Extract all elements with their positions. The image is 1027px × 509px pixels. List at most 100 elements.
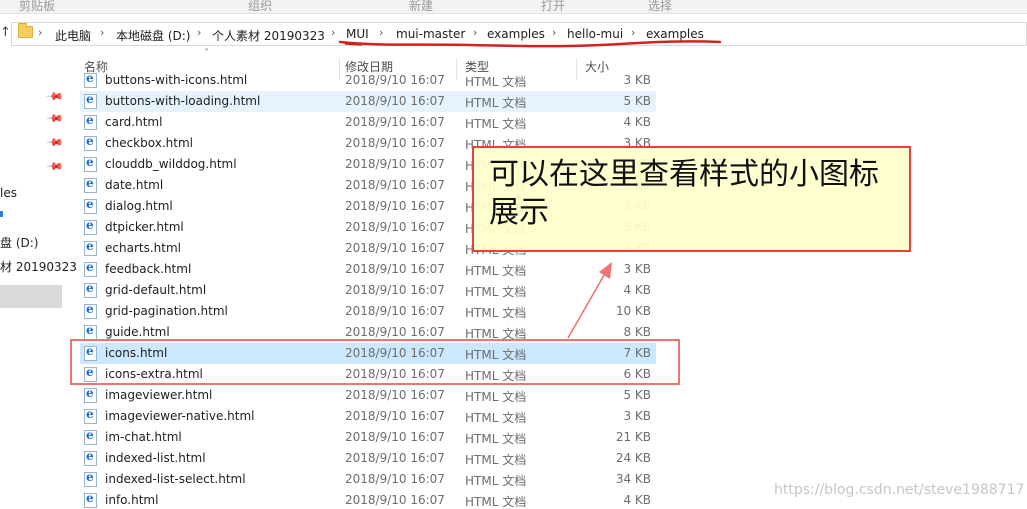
annotation-note: 可以在这里查看样式的小图标展示 — [472, 146, 911, 252]
file-size: 21 KB — [615, 430, 651, 444]
file-size: 24 KB — [615, 451, 651, 465]
chevron-right-icon[interactable]: › — [100, 26, 104, 39]
file-modified-date: 2018/9/10 16:07 — [345, 325, 445, 339]
file-modified-date: 2018/9/10 16:07 — [345, 430, 445, 444]
file-row[interactable]: imageviewer.html 2018/9/10 16:07 HTML 文档 5 … — [80, 385, 656, 406]
file-size: 8 KB — [623, 325, 651, 339]
breadcrumb-local-disk[interactable]: 本地磁盘 (D:) — [116, 27, 190, 44]
ie-html-file-icon — [84, 239, 97, 256]
nav-blue-marker — [0, 211, 3, 217]
ie-html-file-icon — [84, 281, 97, 298]
file-name: clouddb_wilddog.html — [105, 157, 237, 171]
file-name: checkbox.html — [105, 136, 193, 150]
file-type: HTML 文档 — [465, 453, 527, 467]
ribbon-group-select: 选择 — [648, 0, 673, 13]
file-modified-date: 2018/9/10 16:07 — [345, 388, 445, 402]
file-modified-date: 2018/9/10 16:07 — [345, 178, 445, 192]
file-row[interactable]: grid-default.html 2018/9/10 16:07 HTML 文档 4… — [80, 280, 656, 301]
chevron-right-icon[interactable]: › — [631, 26, 635, 39]
file-modified-date: 2018/9/10 16:07 — [345, 220, 445, 234]
breadcrumb-hello-mui[interactable]: hello-mui — [567, 27, 623, 41]
file-row[interactable]: buttons-with-loading.html 2018/9/10 16:07… — [80, 91, 656, 112]
chevron-right-icon[interactable]: › — [331, 26, 335, 39]
ribbon-group-new: 新建 — [409, 0, 434, 13]
file-name: buttons-with-icons.html — [105, 73, 248, 87]
file-name: grid-default.html — [105, 283, 207, 297]
ie-html-file-icon — [84, 386, 97, 403]
ie-html-file-icon — [84, 428, 97, 445]
file-name: guide.html — [105, 325, 170, 339]
watermark: https://blog.csdn.net/steve1988717 — [774, 482, 1025, 498]
file-size: 10 KB — [615, 304, 651, 318]
pin-icon[interactable]: 📌 — [45, 109, 64, 128]
file-row[interactable]: im-chat.html 2018/9/10 16:07 HTML 文档 21 KB — [80, 427, 656, 448]
breadcrumb-mui[interactable]: MUI — [346, 27, 369, 41]
pin-icon[interactable]: 📌 — [45, 133, 64, 152]
file-modified-date: 2018/9/10 16:07 — [345, 199, 445, 213]
ie-html-file-icon — [84, 176, 97, 193]
file-name: indexed-list-select.html — [105, 472, 246, 486]
ribbon-group-labels: 剪贴板 组织 新建 打开 选择 — [0, 0, 1027, 14]
file-modified-date: 2018/9/10 16:07 — [345, 157, 445, 171]
breadcrumb-examples[interactable]: examples — [487, 27, 545, 41]
up-arrow-icon[interactable]: ↑ — [0, 25, 11, 40]
nav-item-les[interactable]: les — [0, 186, 17, 200]
ribbon-group-organize: 组织 — [248, 0, 273, 13]
pin-icon[interactable]: 📌 — [45, 157, 64, 176]
nav-item-disk-d[interactable]: 盘 (D:) — [0, 234, 38, 251]
file-type: HTML 文档 — [465, 411, 527, 425]
ie-html-file-icon — [84, 134, 97, 151]
file-name: dialog.html — [105, 199, 173, 213]
breadcrumb-this-pc[interactable]: 此电脑 — [55, 27, 91, 44]
file-size: 3 KB — [623, 73, 651, 87]
file-type: HTML 文档 — [465, 75, 527, 89]
file-row[interactable]: buttons-with-icons.html 2018/9/10 16:07 HT… — [80, 70, 656, 91]
file-row[interactable]: feedback.html 2018/9/10 16:07 HTML 文档 3 KB — [80, 259, 656, 280]
chevron-right-icon[interactable]: › — [197, 26, 201, 39]
file-modified-date: 2018/9/10 16:07 — [345, 136, 445, 150]
ie-html-file-icon — [84, 155, 97, 172]
file-row[interactable]: info.html 2018/9/10 16:07 HTML 文档 4 KB — [80, 490, 656, 509]
file-type: HTML 文档 — [465, 285, 527, 299]
file-row[interactable]: indexed-list.html 2018/9/10 16:07 HTML 文档 2… — [80, 448, 656, 469]
file-row[interactable]: card.html 2018/9/10 16:07 HTML 文档 4 KB — [80, 112, 656, 133]
file-name: imageviewer.html — [105, 388, 213, 402]
file-modified-date: 2018/9/10 16:07 — [345, 409, 445, 423]
chevron-right-icon[interactable]: › — [38, 26, 42, 39]
file-type: HTML 文档 — [465, 96, 527, 110]
ie-html-file-icon — [84, 491, 97, 508]
breadcrumb-examples-current[interactable]: examples — [646, 27, 704, 41]
file-size: 5 KB — [623, 388, 651, 402]
file-row[interactable]: imageviewer-native.html 2018/9/10 16:07 HT… — [80, 406, 656, 427]
file-row[interactable]: indexed-list-select.html 2018/9/10 16:07 H… — [80, 469, 656, 490]
annotation-note-text: 可以在这里查看样式的小图标展示 — [489, 157, 879, 230]
file-row[interactable]: grid-pagination.html 2018/9/10 16:07 HTML … — [80, 301, 656, 322]
nav-item-selected[interactable] — [0, 285, 62, 308]
file-name: echarts.html — [105, 241, 181, 255]
file-size: 3 KB — [623, 409, 651, 423]
file-name: date.html — [105, 178, 164, 192]
folder-icon — [18, 23, 33, 38]
chevron-right-icon[interactable]: › — [552, 26, 556, 39]
file-modified-date: 2018/9/10 16:07 — [345, 472, 445, 486]
ie-html-file-icon — [84, 92, 97, 109]
file-type: HTML 文档 — [465, 306, 527, 320]
ie-html-file-icon — [84, 449, 97, 466]
ie-html-file-icon — [84, 218, 97, 235]
file-type: HTML 文档 — [465, 390, 527, 404]
file-modified-date: 2018/9/10 16:07 — [345, 115, 445, 129]
file-modified-date: 2018/9/10 16:07 — [345, 73, 445, 87]
breadcrumb-mui-master[interactable]: mui-master — [396, 27, 465, 41]
chevron-right-icon[interactable]: › — [473, 26, 477, 39]
file-name: card.html — [105, 115, 163, 129]
breadcrumb-personal-assets[interactable]: 个人素材 20190323 — [212, 27, 325, 44]
nav-item-assets-folder[interactable]: 材 20190323 — [0, 258, 77, 275]
pin-icon[interactable]: 📌 — [45, 87, 64, 106]
file-size: 5 KB — [623, 94, 651, 108]
ie-html-file-icon — [84, 323, 97, 340]
file-modified-date: 2018/9/10 16:07 — [345, 283, 445, 297]
file-type: HTML 文档 — [465, 495, 527, 509]
file-name: imageviewer-native.html — [105, 409, 255, 423]
chevron-right-icon[interactable]: › — [379, 26, 383, 39]
file-modified-date: 2018/9/10 16:07 — [345, 304, 445, 318]
